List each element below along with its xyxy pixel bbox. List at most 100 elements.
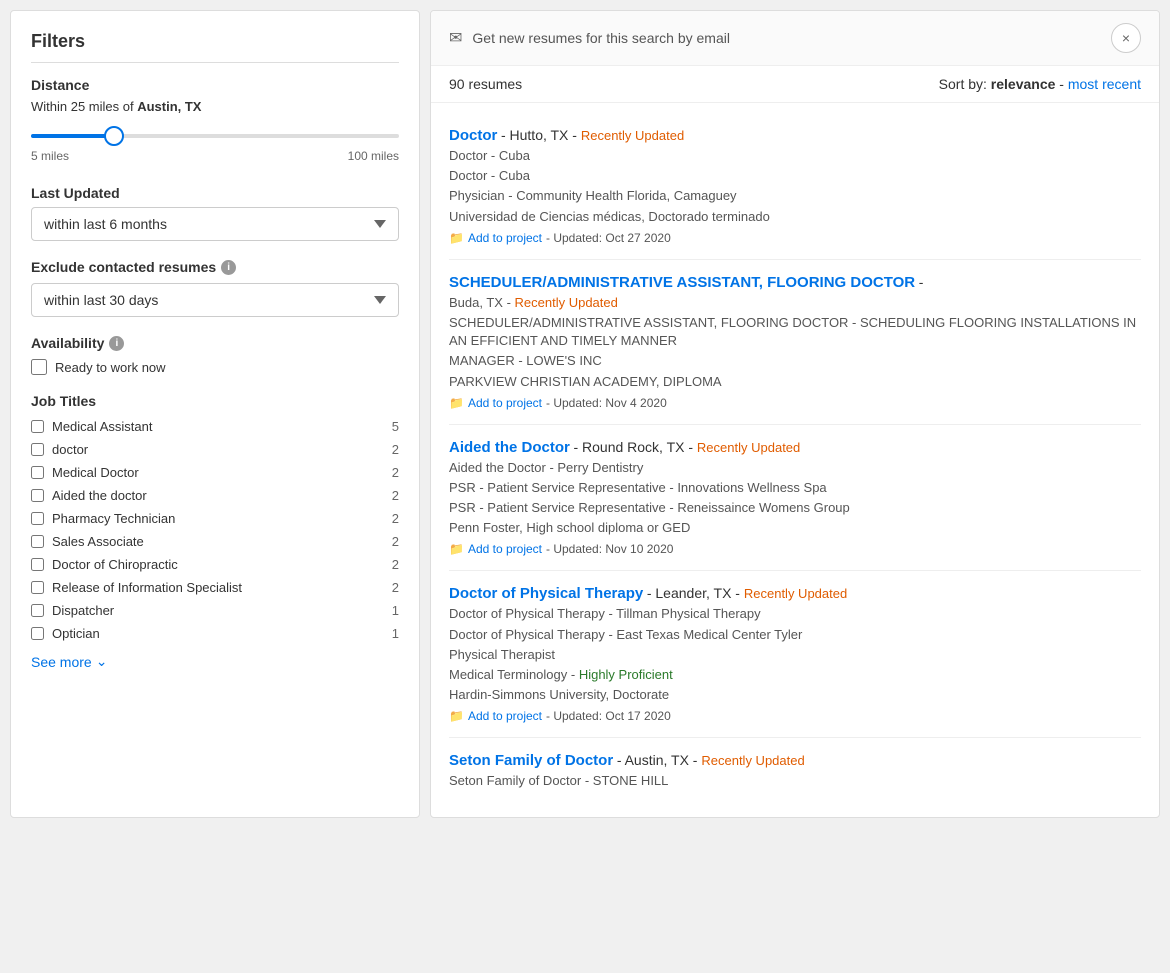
- job-title-checkbox-7[interactable]: [31, 581, 44, 594]
- job-title-checkbox-6[interactable]: [31, 558, 44, 571]
- job-title-checkbox-9[interactable]: [31, 627, 44, 640]
- result-2-updated: - Updated: Nov 4 2020: [546, 396, 667, 410]
- job-title-checkbox-5[interactable]: [31, 535, 44, 548]
- job-title-count-3: 2: [392, 488, 399, 503]
- result-3-add-project-link[interactable]: Add to project: [468, 542, 542, 556]
- result-3-line-3: PSR - Patient Service Representative - R…: [449, 499, 1141, 517]
- job-title-count-7: 2: [392, 580, 399, 595]
- sort-most-recent-link[interactable]: most recent: [1068, 76, 1141, 92]
- availability-filter: Availability i Ready to work now: [31, 335, 399, 375]
- job-title-count-0: 5: [392, 419, 399, 434]
- job-title-left-2: Medical Doctor: [31, 465, 139, 480]
- result-3-title-link[interactable]: Aided the Doctor: [449, 439, 570, 456]
- result-3-add-project-line: 📁 Add to project - Updated: Nov 10 2020: [449, 542, 1141, 556]
- close-email-bar-button[interactable]: ×: [1111, 23, 1141, 53]
- result-3-line-4: Penn Foster, High school diploma or GED: [449, 519, 1141, 537]
- results-bar: 90 resumes Sort by: relevance - most rec…: [431, 66, 1159, 103]
- exclude-contacted-label: Exclude contacted resumes i: [31, 259, 399, 275]
- ready-to-work-checkbox[interactable]: [31, 359, 47, 375]
- result-2-location-line: Buda, TX - Recently Updated: [449, 294, 1141, 312]
- result-4-title-link[interactable]: Doctor of Physical Therapy: [449, 585, 643, 602]
- ready-to-work-row: Ready to work now: [31, 359, 399, 375]
- job-title-checkbox-4[interactable]: [31, 512, 44, 525]
- job-title-label-7: Release of Information Specialist: [52, 580, 242, 595]
- result-2-line-2: MANAGER - LOWE'S INC: [449, 352, 1141, 370]
- job-title-checkbox-8[interactable]: [31, 604, 44, 617]
- result-1-updated: - Updated: Oct 27 2020: [546, 231, 671, 245]
- sort-bar: Sort by: relevance - most recent: [939, 76, 1141, 92]
- result-1-title-line: Doctor - Hutto, TX - Recently Updated: [449, 127, 1141, 144]
- folder-icon-2: 📁: [449, 396, 464, 410]
- result-3-title-line: Aided the Doctor - Round Rock, TX - Rece…: [449, 439, 1141, 456]
- results-panel: ✉ Get new resumes for this search by ema…: [430, 10, 1160, 818]
- result-4-title-line: Doctor of Physical Therapy - Leander, TX…: [449, 585, 1141, 602]
- distance-label: Distance: [31, 77, 399, 93]
- job-title-checkbox-3[interactable]: [31, 489, 44, 502]
- result-1-title-link[interactable]: Doctor: [449, 127, 497, 144]
- job-title-row-3: Aided the doctor 2: [31, 484, 399, 507]
- slider-min-label: 5 miles: [31, 149, 69, 163]
- see-more-link[interactable]: See more ⌄: [31, 653, 399, 670]
- result-3-recently-updated: Recently Updated: [697, 440, 800, 455]
- job-title-left-1: doctor: [31, 442, 88, 457]
- results-list: Doctor - Hutto, TX - Recently Updated Do…: [431, 103, 1159, 817]
- result-1-add-project-line: 📁 Add to project - Updated: Oct 27 2020: [449, 231, 1141, 245]
- result-4-line-4: Medical Terminology - Highly Proficient: [449, 666, 1141, 684]
- folder-icon-1: 📁: [449, 231, 464, 245]
- exclude-info-icon[interactable]: i: [221, 260, 236, 275]
- job-title-left-0: Medical Assistant: [31, 419, 152, 434]
- result-2-title-link[interactable]: SCHEDULER/ADMINISTRATIVE ASSISTANT, FLOO…: [449, 274, 915, 291]
- result-item-1: Doctor - Hutto, TX - Recently Updated Do…: [449, 113, 1141, 260]
- job-title-left-9: Optician: [31, 626, 100, 641]
- result-5-title-line: Seton Family of Doctor - Austin, TX - Re…: [449, 752, 1141, 769]
- job-title-label-2: Medical Doctor: [52, 465, 139, 480]
- sort-prefix: Sort by:: [939, 76, 991, 92]
- filters-panel: Filters Distance Within 25 miles of Aust…: [10, 10, 420, 818]
- job-title-count-6: 2: [392, 557, 399, 572]
- job-title-count-1: 2: [392, 442, 399, 457]
- job-title-label-5: Sales Associate: [52, 534, 144, 549]
- result-item-5: Seton Family of Doctor - Austin, TX - Re…: [449, 738, 1141, 806]
- result-4-add-project-link[interactable]: Add to project: [468, 709, 542, 723]
- result-4-add-project-line: 📁 Add to project - Updated: Oct 17 2020: [449, 709, 1141, 723]
- result-4-updated: - Updated: Oct 17 2020: [546, 709, 671, 723]
- result-1-line-1: Doctor - Cuba: [449, 147, 1141, 165]
- job-titles-label: Job Titles: [31, 393, 399, 409]
- result-2-add-project-line: 📁 Add to project - Updated: Nov 4 2020: [449, 396, 1141, 410]
- filters-title: Filters: [31, 31, 399, 63]
- result-1-location: - Hutto, TX -: [501, 127, 581, 143]
- job-title-row-7: Release of Information Specialist 2: [31, 576, 399, 599]
- last-updated-select[interactable]: within last 6 months within last 3 month…: [31, 207, 399, 241]
- result-5-recently-updated: Recently Updated: [701, 753, 804, 768]
- availability-label: Availability i: [31, 335, 399, 351]
- result-1-add-project-link[interactable]: Add to project: [468, 231, 542, 245]
- availability-info-icon[interactable]: i: [109, 336, 124, 351]
- job-title-label-0: Medical Assistant: [52, 419, 152, 434]
- result-5-title-link[interactable]: Seton Family of Doctor: [449, 752, 613, 769]
- job-title-label-8: Dispatcher: [52, 603, 114, 618]
- job-title-label-1: doctor: [52, 442, 88, 457]
- job-title-left-3: Aided the doctor: [31, 488, 147, 503]
- result-4-recently-updated: Recently Updated: [744, 586, 847, 601]
- result-2-line-1: SCHEDULER/ADMINISTRATIVE ASSISTANT, FLOO…: [449, 314, 1141, 350]
- job-title-row-0: Medical Assistant 5: [31, 415, 399, 438]
- result-4-line-5: Hardin-Simmons University, Doctorate: [449, 686, 1141, 704]
- distance-slider-container: 5 miles 100 miles: [31, 122, 399, 167]
- job-title-checkbox-1[interactable]: [31, 443, 44, 456]
- email-icon: ✉: [449, 28, 462, 48]
- last-updated-label: Last Updated: [31, 185, 399, 201]
- exclude-contacted-select[interactable]: within last 30 days within last 7 days w…: [31, 283, 399, 317]
- job-title-label-3: Aided the doctor: [52, 488, 147, 503]
- job-title-row-8: Dispatcher 1: [31, 599, 399, 622]
- job-title-checkbox-2[interactable]: [31, 466, 44, 479]
- result-2-add-project-link[interactable]: Add to project: [468, 396, 542, 410]
- ready-to-work-label: Ready to work now: [55, 360, 166, 375]
- last-updated-filter: Last Updated within last 6 months within…: [31, 185, 399, 241]
- results-count: 90 resumes: [449, 76, 522, 92]
- result-item-2: SCHEDULER/ADMINISTRATIVE ASSISTANT, FLOO…: [449, 260, 1141, 425]
- distance-slider[interactable]: [31, 134, 399, 138]
- highly-proficient-label: Highly Proficient: [579, 667, 673, 682]
- result-2-dash: -: [919, 274, 924, 290]
- job-title-checkbox-0[interactable]: [31, 420, 44, 433]
- close-icon: ×: [1122, 30, 1130, 46]
